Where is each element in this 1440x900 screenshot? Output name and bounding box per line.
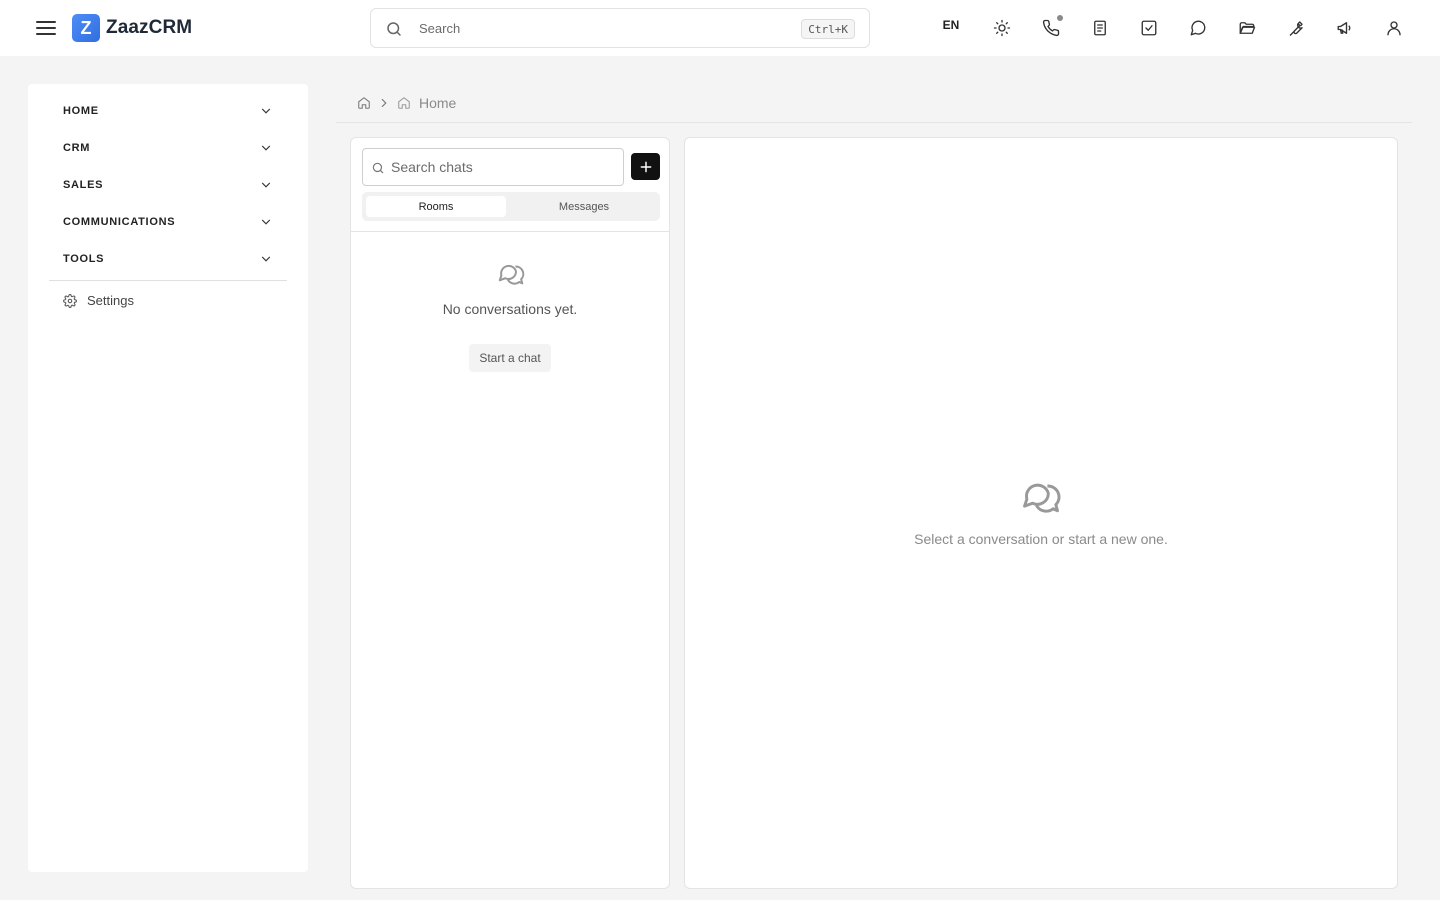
user-icon[interactable]	[1382, 16, 1406, 40]
chat-list-panel: Rooms Messages No conversations yet. Sta…	[350, 137, 670, 889]
home-icon[interactable]	[357, 96, 371, 110]
tab-messages[interactable]: Messages	[514, 196, 654, 217]
plus-icon	[640, 161, 651, 172]
search-icon	[387, 22, 401, 36]
breadcrumb-divider	[336, 122, 1412, 123]
notification-dot	[1057, 15, 1063, 21]
app-name: ZaazCRM	[106, 17, 193, 38]
chat-icon[interactable]	[1186, 16, 1210, 40]
gear-icon	[63, 293, 77, 308]
chevron-down-icon	[261, 256, 271, 262]
sidebar-item-label: HOME	[63, 104, 99, 117]
sidebar-item-label: TOOLS	[63, 252, 105, 265]
search-icon	[372, 162, 384, 174]
chevron-down-icon	[261, 145, 271, 151]
chat-bubbles-icon	[498, 264, 525, 285]
sidebar-item-label: SALES	[63, 178, 104, 191]
folder-icon[interactable]	[1235, 16, 1259, 40]
start-chat-button[interactable]: Start a chat	[469, 344, 551, 372]
sidebar-item-communications[interactable]: COMMUNICATIONS	[49, 203, 287, 240]
notes-icon[interactable]	[1088, 16, 1112, 40]
breadcrumb-current: Home	[419, 95, 457, 111]
empty-conversations-text: No conversations yet.	[442, 301, 578, 317]
sidebar-item-tools[interactable]: TOOLS	[49, 240, 287, 277]
chat-bubbles-icon	[1023, 483, 1061, 513]
top-bar: Z ZaazCRM Ctrl+K EN	[0, 0, 1440, 56]
breadcrumb: Home	[357, 94, 456, 112]
chevron-down-icon	[261, 219, 271, 225]
search-shortcut-badge: Ctrl+K	[801, 19, 855, 39]
conversation-panel: Select a conversation or start a new one…	[684, 137, 1398, 889]
sidebar-item-label: CRM	[63, 141, 91, 154]
chat-search[interactable]	[362, 148, 624, 186]
sun-icon[interactable]	[990, 16, 1014, 40]
logo-badge: Z	[72, 14, 100, 42]
sidebar-item-sales[interactable]: SALES	[49, 166, 287, 203]
wrench-icon[interactable]	[1284, 16, 1308, 40]
sidebar-item-crm[interactable]: CRM	[49, 129, 287, 166]
chevron-down-icon	[261, 108, 271, 114]
global-search-input[interactable]	[419, 18, 779, 38]
home-icon	[398, 97, 410, 109]
chat-list-divider	[351, 231, 669, 232]
phone-icon[interactable]	[1039, 15, 1063, 40]
chevron-down-icon	[261, 182, 271, 188]
sidebar: HOME CRM SALES COMMUNICATIONS TOOLS Sett…	[28, 84, 308, 872]
language-switcher[interactable]: EN	[936, 18, 966, 32]
sidebar-divider	[49, 280, 287, 281]
tab-rooms[interactable]: Rooms	[366, 196, 506, 217]
megaphone-icon[interactable]	[1333, 16, 1357, 40]
tasks-icon[interactable]	[1137, 16, 1161, 40]
new-chat-button[interactable]	[631, 153, 660, 180]
sidebar-item-home[interactable]: HOME	[49, 92, 287, 129]
settings-label: Settings	[87, 293, 134, 308]
chat-search-input[interactable]	[391, 157, 616, 177]
sidebar-item-settings[interactable]: Settings	[63, 293, 134, 308]
chat-tabs: Rooms Messages	[362, 192, 660, 221]
select-conversation-text: Select a conversation or start a new one…	[914, 531, 1168, 547]
sidebar-item-label: COMMUNICATIONS	[63, 215, 176, 228]
global-search[interactable]: Ctrl+K	[370, 8, 870, 48]
menu-icon[interactable]	[34, 16, 58, 40]
app-logo[interactable]: Z ZaazCRM	[72, 14, 192, 42]
chevron-right-icon	[381, 98, 387, 108]
